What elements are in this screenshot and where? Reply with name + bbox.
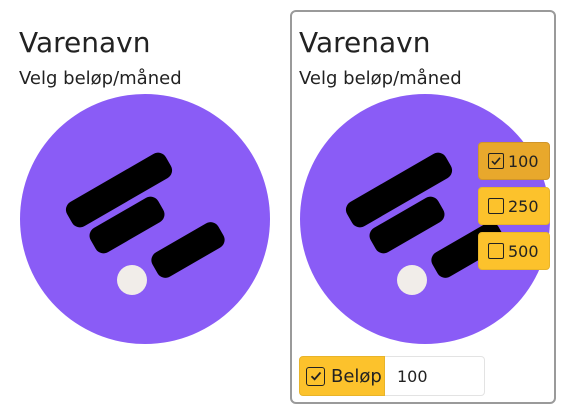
amount-option-500[interactable]: 500: [478, 232, 550, 270]
amount-prompt: Velg beløp/måned: [19, 68, 182, 89]
amount-option-label: 250: [508, 196, 539, 216]
amount-prompt: Velg beløp/måned: [299, 68, 462, 89]
amount-option-label: 500: [508, 241, 539, 261]
amount-option-250[interactable]: 250: [478, 187, 550, 225]
product-card-right: Varenavn Velg beløp/måned 100 250 500 Be…: [290, 10, 556, 404]
custom-amount-toggle[interactable]: Beløp: [299, 356, 385, 396]
custom-amount-group: Beløp: [299, 356, 485, 396]
checkbox-empty-icon: [488, 198, 504, 214]
amount-option-100[interactable]: 100: [478, 142, 550, 180]
checkbox-checked-icon: [306, 366, 325, 386]
brand-logo-icon: [20, 94, 270, 344]
checkbox-empty-icon: [488, 243, 504, 259]
product-title: Varenavn: [299, 26, 431, 59]
product-title: Varenavn: [19, 26, 151, 59]
custom-amount-label: Beløp: [331, 365, 382, 387]
amount-option-label: 100: [508, 151, 539, 171]
product-card-left: Varenavn Velg beløp/måned: [10, 10, 280, 402]
custom-amount-input[interactable]: [385, 356, 485, 396]
checkbox-checked-icon: [488, 153, 504, 169]
